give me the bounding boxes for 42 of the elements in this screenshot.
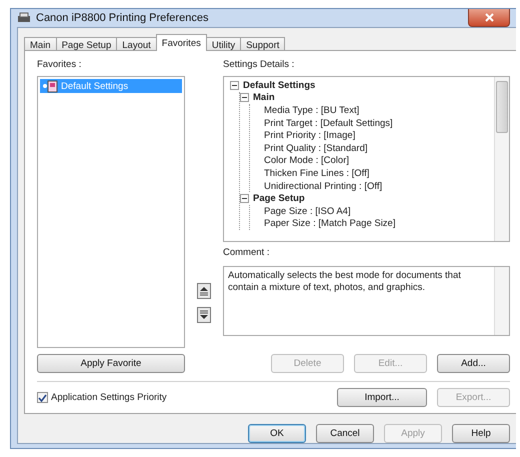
- scrollbar[interactable]: [494, 77, 509, 241]
- settings-details-label: Settings Details :: [223, 59, 296, 71]
- button[interactable]: Add...: [437, 354, 510, 373]
- tree-item: Unidirectional Printing : [Off]: [264, 180, 382, 192]
- tree-item: Print Quality : [Standard]: [264, 142, 368, 154]
- move-up-button[interactable]: [197, 283, 211, 299]
- arrow-up-icon: [199, 286, 209, 296]
- tree-item: Print Target : [Default Settings]: [264, 118, 393, 129]
- document-icon: [42, 80, 58, 92]
- tree-node[interactable]: Default Settings: [243, 80, 316, 91]
- arrow-down-icon: [199, 310, 209, 320]
- comment-field[interactable]: Automatically selects the best mode for documents that contain a mixture of text, photos, and graphics.: [223, 266, 510, 336]
- tab[interactable]: Page Setup: [56, 37, 118, 51]
- tree-item: Color Mode : [Color]: [264, 155, 350, 166]
- collapse-icon[interactable]: [240, 194, 249, 204]
- move-down-button[interactable]: [197, 307, 211, 323]
- tab[interactable]: Favorites: [156, 34, 207, 51]
- tree-item: Media Type : [BU Text]: [264, 104, 360, 116]
- printer-icon: [17, 12, 31, 24]
- tree-item: Print Priority : [Image]: [264, 130, 356, 142]
- button[interactable]: Import...: [337, 388, 427, 407]
- checkbox-label: Application Settings Priority: [51, 392, 167, 403]
- collapse-icon[interactable]: [240, 93, 249, 102]
- tab[interactable]: Layout: [116, 37, 157, 51]
- tree-node[interactable]: Page Setup: [253, 193, 305, 204]
- tree-node[interactable]: Main: [253, 92, 275, 104]
- close-button[interactable]: [468, 9, 510, 27]
- tab[interactable]: Support: [240, 37, 286, 51]
- apply-favorite-button[interactable]: Apply Favorite: [37, 354, 185, 373]
- tree-item: Thicken Fine Lines : [Off]: [264, 168, 370, 179]
- tab[interactable]: Main: [24, 37, 57, 51]
- window-title: Canon iP8800 Printing Preferences: [36, 12, 208, 24]
- tree-item: Page Size : [ISO A4]: [264, 206, 351, 217]
- tree-item: Paper Size : [Match Page Size]: [264, 218, 396, 230]
- button[interactable]: Help: [452, 424, 510, 443]
- comment-label: Comment :: [223, 247, 270, 259]
- favorites-label: Favorites :: [37, 59, 82, 71]
- checkbox[interactable]: [37, 392, 48, 403]
- close-icon: [484, 13, 494, 22]
- collapse-icon[interactable]: [230, 80, 239, 90]
- button[interactable]: OK: [248, 424, 306, 443]
- button[interactable]: Cancel: [316, 424, 374, 443]
